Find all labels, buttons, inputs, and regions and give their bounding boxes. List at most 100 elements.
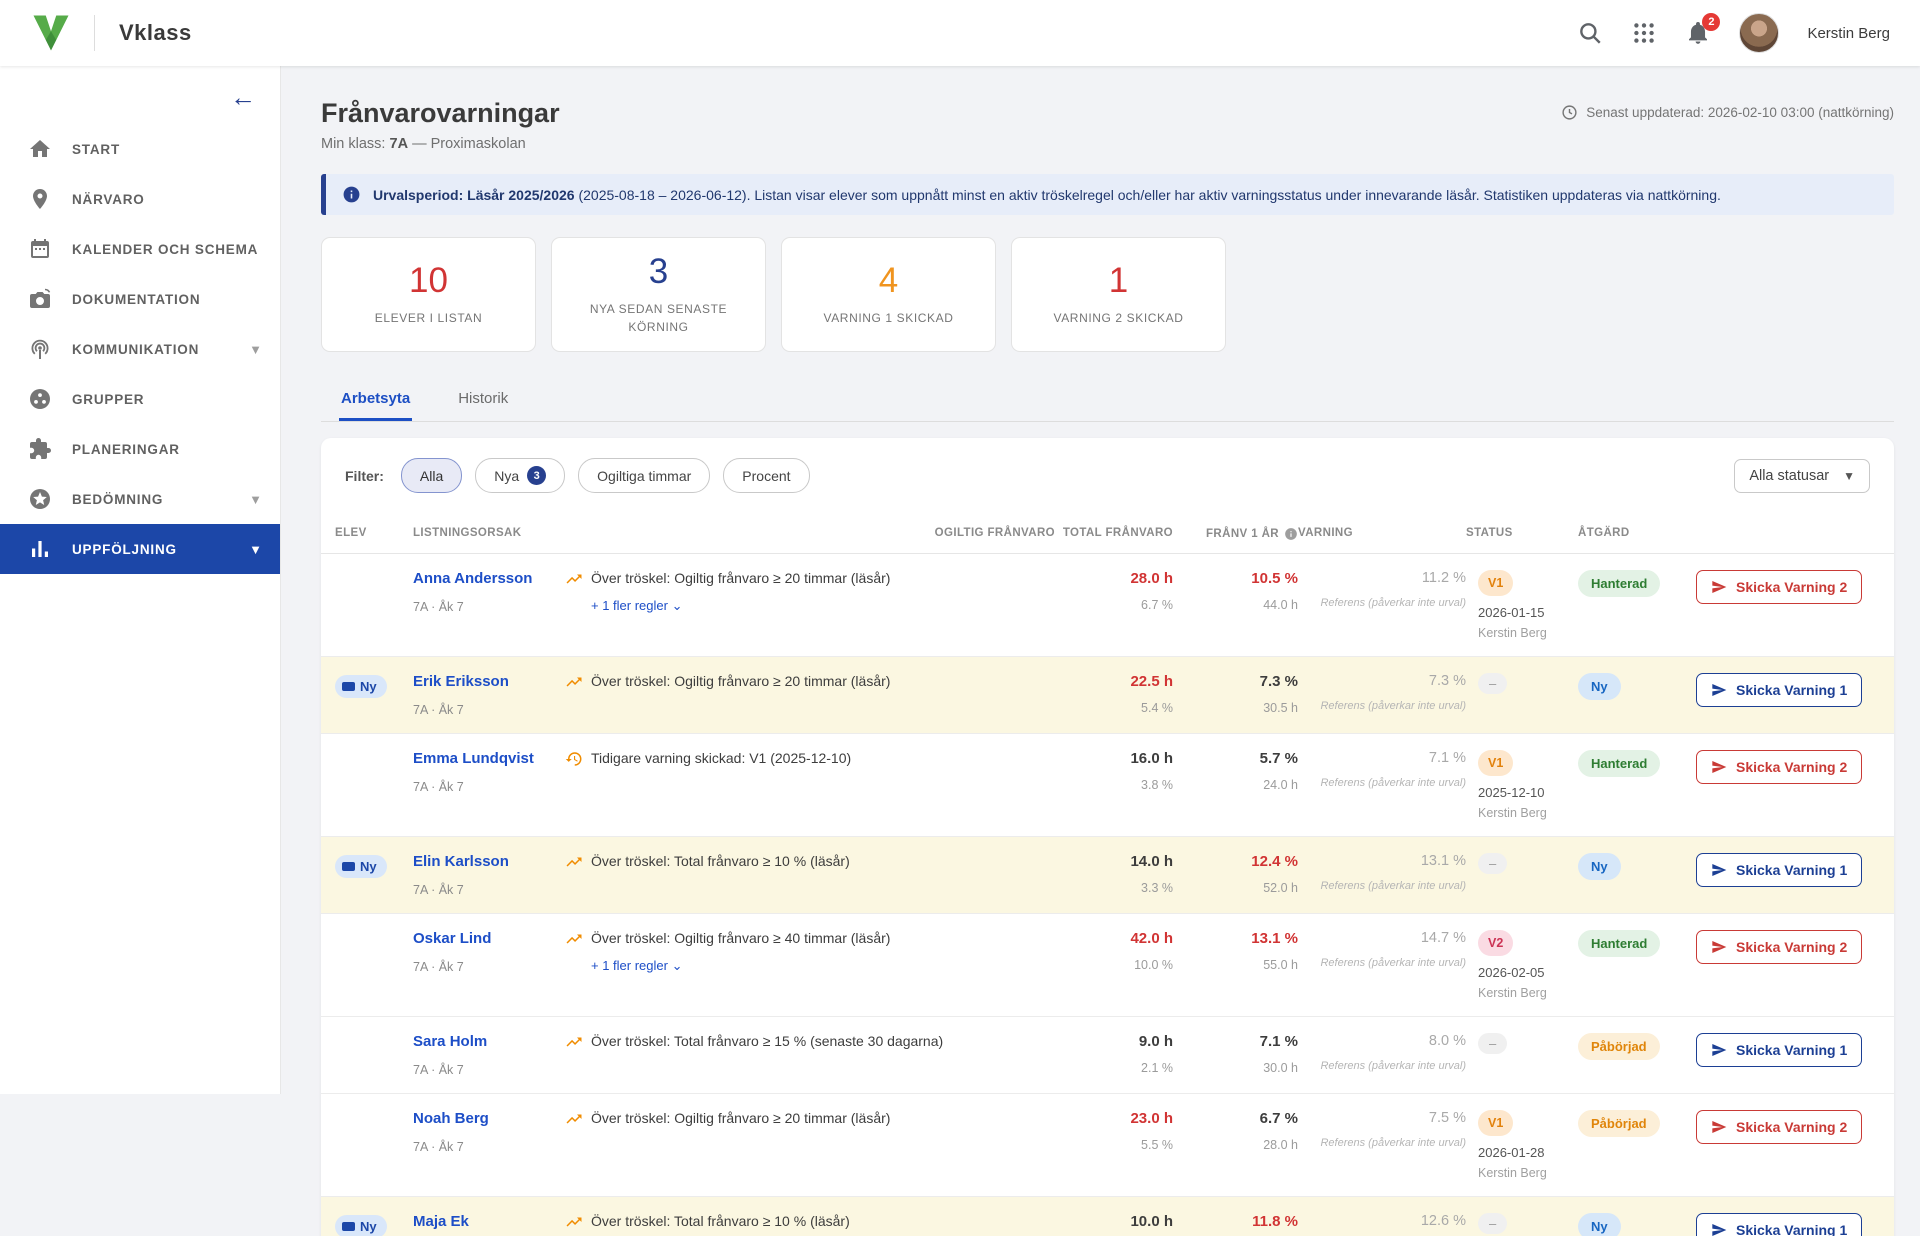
student-class: 7A · Åk 7 (413, 780, 565, 794)
student-class: 7A · Åk 7 (413, 960, 565, 974)
table-row: Noah Berg7A · Åk 7Över tröskel: Ogiltig … (321, 1094, 1894, 1197)
sidebar-item-start[interactable]: Start (0, 124, 280, 174)
warning-date: 2026-02-05 (1478, 965, 1578, 980)
send-warning-label: Skicka Varning 2 (1736, 579, 1847, 595)
status-cell: Hanterad (1578, 750, 1696, 777)
new-mini-icon (342, 682, 355, 691)
reason-text: Över tröskel: Total frånvaro ≥ 10 % (läs… (591, 853, 850, 869)
sidebar-item-label: Närvaro (72, 192, 145, 207)
top-bar: Vklass 2 Kerstin Berg (0, 0, 1920, 66)
notifications-bell-icon[interactable]: 2 (1685, 20, 1711, 46)
send-warning-button[interactable]: Skicka Varning 2 (1696, 1110, 1862, 1144)
stat-card-varning-1-skickad: 4Varning 1 skickad (781, 237, 996, 352)
puzzle-icon (28, 437, 52, 461)
chevron-down-icon: ▼ (249, 342, 262, 357)
more-rules-link[interactable]: + 1 fler regler ⌄ (591, 598, 1055, 614)
invalid-percent: 3.8 % (1055, 778, 1173, 792)
student-name-link[interactable]: Oskar Lind (413, 930, 491, 947)
send-warning-button[interactable]: Skicka Varning 2 (1696, 750, 1862, 784)
listing-reason-cell: Över tröskel: Ogiltig frånvaro ≥ 20 timm… (565, 673, 1055, 691)
info-icon (342, 185, 361, 204)
year-percent: 11.2 % (1298, 570, 1466, 586)
tab-bar: Arbetsyta Historik (321, 382, 1894, 422)
student-name-link[interactable]: Maja Ek (413, 1213, 469, 1230)
year-absence-cell: 12.6 %Referens (påverkar inte urval) (1298, 1213, 1466, 1236)
sidebar-item-uppfoljning[interactable]: Uppföljning▼ (0, 524, 280, 574)
invalid-absence-cell: 23.0 h5.5 % (1055, 1110, 1173, 1152)
sidebar-item-narvaro[interactable]: Närvaro (0, 174, 280, 224)
reason-text: Över tröskel: Ogiltig frånvaro ≥ 20 timm… (591, 1110, 890, 1126)
send-warning-button[interactable]: Skicka Varning 1 (1696, 673, 1862, 707)
filter-pill-nya[interactable]: Nya3 (475, 458, 565, 493)
student-cell: Emma Lundqvist 7A · Åk 7 (413, 750, 565, 794)
status-filter-select[interactable]: Alla statusar ▼ (1734, 459, 1870, 493)
student-cell: Oskar Lind 7A · Åk 7 (413, 930, 565, 974)
send-warning-button[interactable]: Skicka Varning 2 (1696, 570, 1862, 604)
send-icon (1711, 759, 1727, 775)
trending-up-icon (565, 853, 583, 871)
warning-sent-by: Kerstin Berg (1478, 626, 1578, 640)
collapse-sidebar-arrow-icon[interactable]: ← (230, 84, 256, 110)
info-icon[interactable] (1284, 527, 1298, 541)
total-absence-cell: 10.5 %44.0 h (1173, 570, 1298, 612)
invalid-hours: 28.0 h (1055, 570, 1173, 587)
total-percent: 10.5 % (1173, 570, 1298, 587)
column-header-listningsorsak: Listningsorsak (413, 513, 565, 551)
search-icon[interactable] (1577, 20, 1603, 46)
tab-arbetsyta[interactable]: Arbetsyta (339, 382, 412, 421)
page-subtitle: Min klass: 7A — Proximaskolan (321, 136, 560, 152)
student-cell: Erik Eriksson7A · Åk 7 (413, 673, 565, 717)
warning-cell: V22026-02-05Kerstin Berg (1466, 930, 1578, 1000)
more-rules-link[interactable]: + 1 fler regler ⌄ (591, 958, 1055, 974)
invalid-absence-cell: 9.0 h2.1 % (1055, 1033, 1173, 1075)
student-name-link[interactable]: Noah Berg (413, 1110, 489, 1127)
user-avatar[interactable] (1739, 13, 1779, 53)
send-warning-button[interactable]: Skicka Varning 1 (1696, 853, 1862, 887)
stat-label: Nya sedan senaste körning (566, 300, 751, 336)
status-cell: Ny (1578, 673, 1696, 700)
total-absence-cell: 13.1 %55.0 h (1173, 930, 1298, 972)
send-warning-button[interactable]: Skicka Varning 2 (1696, 930, 1862, 964)
year-percent: 7.5 % (1298, 1110, 1466, 1126)
listing-reason-cell: Över tröskel: Ogiltig frånvaro ≥ 20 timm… (565, 1110, 1055, 1128)
apps-grid-icon[interactable] (1631, 20, 1657, 46)
student-name-link[interactable]: Sara Holm (413, 1033, 487, 1050)
sidebar-item-grupper[interactable]: Grupper (0, 374, 280, 424)
user-name: Kerstin Berg (1807, 25, 1890, 42)
sidebar-item-kalender-och-schema[interactable]: Kalender och schema (0, 224, 280, 274)
reason-text: Över tröskel: Total frånvaro ≥ 15 % (sen… (591, 1033, 943, 1049)
divider (94, 15, 95, 51)
filter-pill-label: Alla (420, 468, 443, 484)
year-absence-cell: 13.1 %Referens (påverkar inte urval) (1298, 853, 1466, 892)
status-cell: Hanterad (1578, 930, 1696, 957)
invalid-absence-cell: 14.0 h3.3 % (1055, 853, 1173, 895)
year-absence-cell: 7.5 %Referens (påverkar inte urval) (1298, 1110, 1466, 1149)
filter-pill-alla[interactable]: Alla (401, 458, 462, 493)
student-name-link[interactable]: Emma Lundqvist (413, 750, 534, 767)
new-row-badge: Ny (335, 1215, 387, 1236)
send-warning-button[interactable]: Skicka Varning 1 (1696, 1033, 1862, 1067)
new-row-badge: Ny (335, 675, 387, 698)
sidebar-item-planeringar[interactable]: Planeringar (0, 424, 280, 474)
year-percent: 7.3 % (1298, 673, 1466, 689)
table-row: Emma Lundqvist 7A · Åk 7Tidigare varning … (321, 734, 1894, 837)
sidebar-item-bedomning[interactable]: Bedömning▼ (0, 474, 280, 524)
filter-pill-procent[interactable]: Procent (723, 458, 809, 493)
invalid-percent: 2.1 % (1055, 1061, 1173, 1075)
listing-reason-cell: Tidigare varning skickad: V1 (2025-12-10… (565, 750, 1055, 768)
stat-label: Varning 1 skickad (823, 309, 953, 327)
sidebar-item-label: Bedömning (72, 492, 163, 507)
sidebar-item-kommunikation[interactable]: Kommunikation▼ (0, 324, 280, 374)
send-warning-button[interactable]: Skicka Varning 1 (1696, 1213, 1862, 1236)
chevron-down-icon: ▼ (249, 542, 262, 557)
tab-historik[interactable]: Historik (456, 382, 510, 421)
filter-pill-label: Procent (742, 468, 790, 484)
student-name-link[interactable]: Anna Andersson (413, 570, 532, 587)
warning-date: 2025-12-10 (1478, 785, 1578, 800)
student-name-link[interactable]: Erik Eriksson (413, 673, 509, 690)
filter-pill-ogiltiga-timmar[interactable]: Ogiltiga timmar (578, 458, 710, 493)
student-name-link[interactable]: Elin Karlsson (413, 853, 509, 870)
year-absence-cell: 8.0 %Referens (påverkar inte urval) (1298, 1033, 1466, 1072)
clock-icon (1561, 104, 1578, 121)
sidebar-item-dokumentation[interactable]: Dokumentation (0, 274, 280, 324)
